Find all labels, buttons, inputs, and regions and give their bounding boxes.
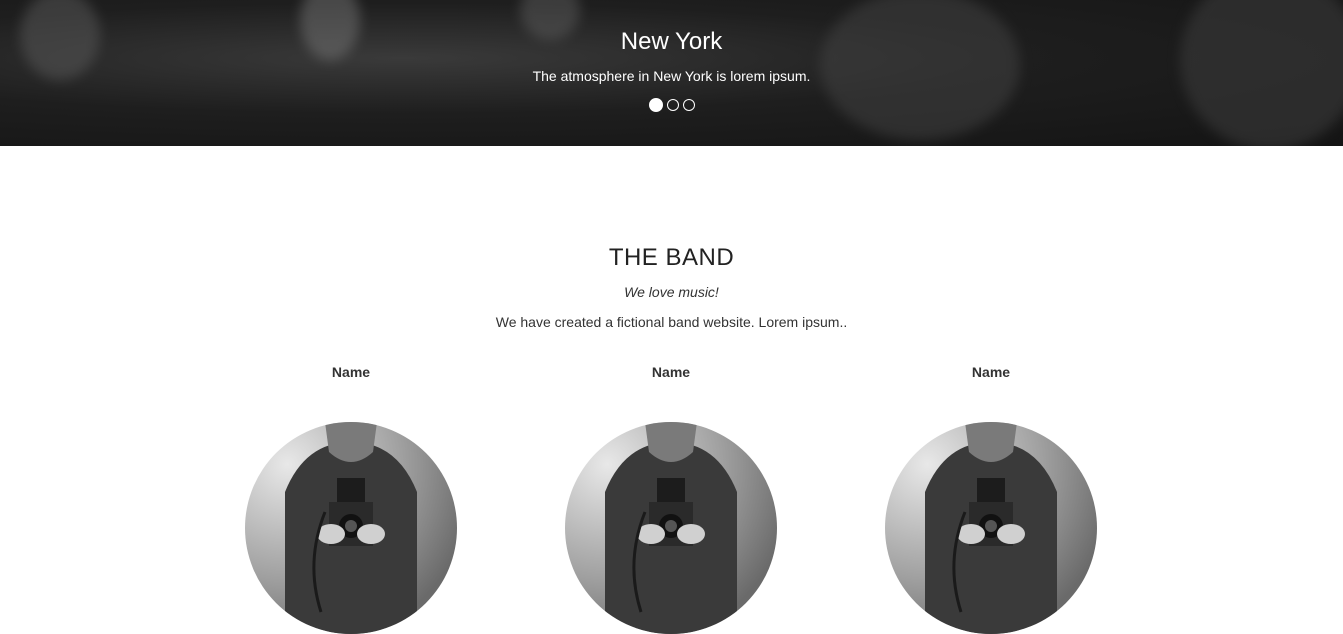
hero-carousel: New York The atmosphere in New York is l…	[0, 0, 1343, 146]
member-photo[interactable]	[565, 422, 777, 634]
carousel-indicator-2[interactable]	[666, 99, 679, 111]
band-member: Name	[561, 364, 781, 634]
band-member: Name	[241, 364, 461, 634]
band-member: Name	[881, 364, 1101, 634]
section-description: We have created a fictional band website…	[495, 314, 848, 330]
member-name: Name	[651, 364, 691, 380]
member-name: Name	[971, 364, 1011, 380]
tagline: We love music!	[624, 284, 719, 300]
photographer-image-icon	[565, 422, 777, 634]
slide-title: New York	[620, 28, 723, 55]
carousel-indicators	[0, 98, 1343, 112]
section-title: THE BAND	[608, 244, 735, 271]
photographer-image-icon	[245, 422, 457, 634]
slide-text: The atmosphere in New York is lorem ipsu…	[532, 68, 811, 84]
photographer-image-icon	[885, 422, 1097, 634]
member-photo[interactable]	[885, 422, 1097, 634]
carousel-indicator-1[interactable]	[648, 98, 663, 112]
member-photo[interactable]	[245, 422, 457, 634]
carousel-caption: New York The atmosphere in New York is l…	[0, 27, 1343, 85]
member-name: Name	[331, 364, 371, 380]
band-section: THE BAND We love music! We have created …	[0, 146, 1343, 634]
carousel-indicator-3[interactable]	[682, 99, 695, 111]
